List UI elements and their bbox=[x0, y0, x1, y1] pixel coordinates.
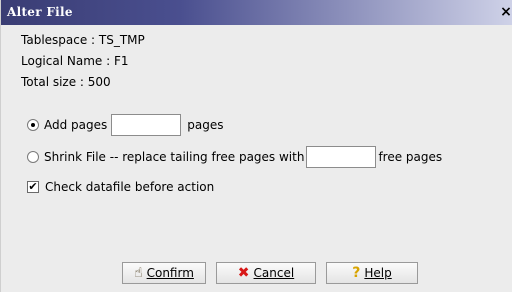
shrink-file-label: Shrink File -- replace tailing free page… bbox=[44, 150, 305, 164]
tablespace-label: Tablespace : TS_TMP bbox=[21, 33, 145, 47]
help-button[interactable]: ? Help bbox=[326, 262, 418, 284]
add-pages-option: Add pages pages bbox=[27, 114, 224, 136]
check-datafile-label: Check datafile before action bbox=[45, 180, 215, 194]
red-x-icon: ✖ bbox=[237, 265, 250, 281]
add-pages-suffix: pages bbox=[187, 118, 224, 132]
alter-file-dialog: Alter File × Tablespace : TS_TMP Logical… bbox=[0, 0, 512, 292]
shrink-file-radio[interactable] bbox=[27, 151, 39, 163]
confirm-button[interactable]: ☝ Confirm bbox=[122, 262, 206, 284]
pointing-hand-icon: ☝ bbox=[134, 265, 143, 281]
dialog-title: Alter File bbox=[7, 5, 73, 19]
question-mark-icon: ? bbox=[352, 265, 361, 281]
add-pages-radio[interactable] bbox=[27, 119, 39, 131]
shrink-file-option: Shrink File -- replace tailing free page… bbox=[27, 146, 442, 168]
check-datafile-checkbox[interactable]: ✔ bbox=[27, 181, 39, 193]
add-pages-label: Add pages bbox=[44, 118, 108, 132]
logical-name-label: Logical Name : F1 bbox=[21, 54, 129, 68]
add-pages-input[interactable] bbox=[111, 114, 182, 136]
cancel-button-label: Cancel bbox=[253, 266, 295, 280]
check-datafile-option: ✔ Check datafile before action bbox=[27, 176, 214, 198]
free-pages-suffix: free pages bbox=[378, 150, 443, 164]
close-icon[interactable]: × bbox=[499, 4, 512, 20]
free-pages-input[interactable] bbox=[306, 146, 377, 168]
title-bar[interactable]: Alter File × bbox=[1, 0, 512, 25]
total-size-label: Total size : 500 bbox=[21, 75, 111, 89]
confirm-button-label: Confirm bbox=[146, 266, 194, 280]
help-button-label: Help bbox=[364, 266, 392, 280]
cancel-button[interactable]: ✖ Cancel bbox=[216, 262, 316, 284]
